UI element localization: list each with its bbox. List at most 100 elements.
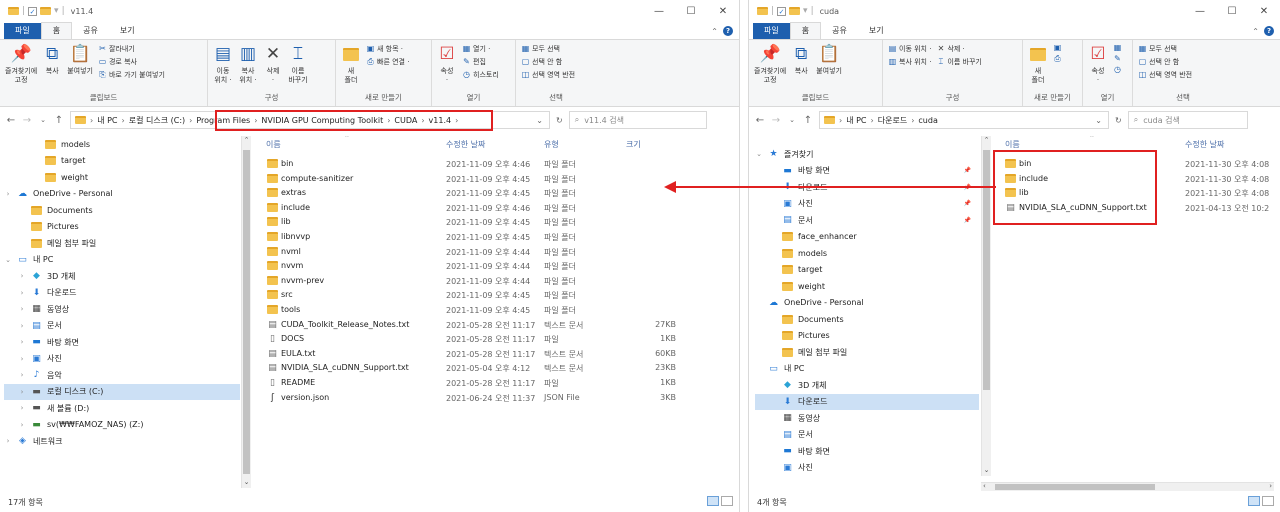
new-folder-icon[interactable] [789,7,801,15]
history-button[interactable]: ◷ 히스토리 [462,70,499,80]
file-row[interactable]: ▯ README 2021-05-28 오전 11:17 파일 1KB [262,376,682,391]
file-row[interactable]: nvvm 2021-11-09 오후 4:44 파일 폴더 [262,259,682,274]
history-icon[interactable]: ◷ [1113,66,1122,74]
up-arrow-icon[interactable]: ↑ [54,115,64,126]
cut-button[interactable]: ✂ 잘라내기 [98,44,165,54]
file-row[interactable]: src 2021-11-09 오후 4:45 파일 폴더 [262,288,682,303]
details-view-icon[interactable] [1248,496,1260,506]
paste-button[interactable]: 📋 붙여넣기 [67,43,93,76]
nav-item[interactable]: › ▬ sv(₩₩FAMOZ_NAS) (Z:) [4,417,240,434]
paste-shortcut-button[interactable]: ⎘ 바로 가기 붙여넣기 [98,70,165,80]
search-box[interactable]: ⌕ cuda 검색 [1127,111,1248,129]
open-icon[interactable]: ▦ [1113,44,1122,52]
address-bar[interactable]: › 내 PC › 다운로드 › cuda ⌄ [819,111,1109,129]
customize-arrow-icon[interactable]: ▾ [803,6,808,16]
tab-file[interactable]: 파일 [753,23,790,39]
nav-item[interactable]: ▭ 내 PC [755,361,979,378]
recent-locations-icon[interactable]: ⌄ [38,116,48,124]
nav-item[interactable]: › ▤ 문서 [4,318,240,335]
delete-button[interactable]: ✕ 삭제 · [263,43,283,85]
column-name[interactable]: 이름 [266,139,281,150]
scroll-up-icon[interactable]: ⌃ [242,136,251,146]
open-button[interactable]: ▦ 열기 · [462,44,499,54]
select-all-button[interactable]: ▦ 모두 선택 [521,44,575,54]
nav-item[interactable]: › ▬ 새 볼륨 (D:) [4,400,240,417]
scroll-up-icon[interactable]: ⌃ [982,136,991,146]
close-button[interactable]: ✕ [707,0,739,22]
expand-chevron-icon[interactable]: ⌄ [4,256,12,264]
nav-item[interactable]: ▤ 문서 📌 [755,212,979,229]
rename-button[interactable]: ⌶ 이름 바꾸기 [936,57,982,67]
file-row[interactable]: extras 2021-11-09 오후 4:45 파일 폴더 [262,186,682,201]
nav-item[interactable]: Pictures [755,328,979,345]
file-row[interactable]: tools 2021-11-09 오후 4:45 파일 폴더 [262,303,682,318]
nav-item[interactable]: ▣ 사진 [755,460,979,477]
edit-button[interactable]: ✎ 편집 [462,57,499,67]
tab-view[interactable]: 보기 [858,23,895,39]
new-item-icon[interactable]: ▣ [1053,44,1062,52]
collapse-ribbon-icon[interactable]: ⌃ [711,27,718,36]
file-row[interactable]: ▤ CUDA_Toolkit_Release_Notes.txt 2021-05-2… [262,318,682,333]
expand-chevron-icon[interactable]: › [18,305,26,313]
customize-arrow-icon[interactable]: ▾ [54,6,59,16]
expand-chevron-icon[interactable]: › [18,421,26,429]
select-none-button[interactable]: ▢ 선택 안 함 [521,57,575,67]
forward-arrow-icon[interactable]: → [771,115,781,126]
nav-item[interactable]: › ▣ 사진 [4,351,240,368]
expand-chevron-icon[interactable]: › [18,322,26,330]
refresh-icon[interactable]: ↻ [556,116,563,125]
copy-button[interactable]: ⧉ 복사 [42,43,62,76]
details-view-icon[interactable] [707,496,719,506]
column-size[interactable]: 크기 [626,139,641,150]
file-row[interactable]: ▯ DOCS 2021-05-28 오전 11:17 파일 1KB [262,332,682,347]
nav-item[interactable]: 메일 첨부 파일 [755,344,979,361]
expand-chevron-icon[interactable]: › [4,437,12,445]
nav-item[interactable]: › ▬ 로컬 디스크 (C:) [4,383,240,400]
nav-item[interactable]: Documents [4,202,240,219]
nav-item[interactable]: › ◈ 네트워크 [4,433,240,450]
up-arrow-icon[interactable]: ↑ [803,115,813,126]
edit-icon[interactable]: ✎ [1113,55,1122,63]
expand-chevron-icon[interactable]: › [18,272,26,280]
expand-chevron-icon[interactable]: › [18,355,26,363]
file-row[interactable]: include 2021-11-09 오후 4:46 파일 폴더 [262,201,682,216]
file-row[interactable]: compute-sanitizer 2021-11-09 오후 4:45 파일 폴더 [262,172,682,187]
breadcrumb-cuda[interactable]: cuda [918,116,937,125]
file-row[interactable]: libnvvp 2021-11-09 오후 4:45 파일 폴더 [262,230,682,245]
nav-item[interactable]: face_enhancer [755,229,979,246]
rename-button[interactable]: ⌶ 이름 바꾸기 [288,43,308,85]
new-item-button[interactable]: ▣ 새 항목 · [366,44,409,54]
easy-access-icon[interactable]: ⎙ [1053,55,1062,63]
nav-item[interactable]: ▦ 동영상 [755,410,979,427]
column-date[interactable]: 수정한 날짜 [1185,139,1224,150]
nav-item[interactable]: ▤ 문서 [755,427,979,444]
nav-item[interactable]: › ☁ OneDrive - Personal [4,186,240,203]
file-row[interactable]: lib 2021-11-09 오후 4:45 파일 폴더 [262,215,682,230]
breadcrumb-this-pc[interactable]: 내 PC [97,115,117,126]
easy-access-button[interactable]: ⎙ 빠른 연결 · [366,57,409,67]
tab-share[interactable]: 공유 [821,23,858,39]
select-none-button[interactable]: ▢ 선택 안 함 [1138,57,1192,67]
nav-item[interactable]: models [755,245,979,262]
maximize-button[interactable]: ☐ [675,0,707,22]
expand-chevron-icon[interactable]: › [18,338,26,346]
nav-item[interactable]: › ▦ 동영상 [4,301,240,318]
nav-item[interactable]: models [4,136,240,153]
nav-item[interactable]: Documents [755,311,979,328]
large-icons-view-icon[interactable] [1262,496,1274,506]
minimize-button[interactable]: — [1184,0,1216,22]
copy-to-button[interactable]: ▥ 복사 위치 · [888,57,932,67]
nav-item[interactable]: ⬇ 다운로드 [755,393,979,410]
breadcrumb-local-disk[interactable]: 로컬 디스크 (C:) [129,115,185,126]
copy-button[interactable]: ⧉ 복사 [791,43,811,76]
nav-item[interactable]: Pictures [4,219,240,236]
nav-item[interactable]: ▬ 바탕 화면 [755,443,979,460]
breadcrumb-this-pc[interactable]: 내 PC [846,115,866,126]
minimize-button[interactable]: — [643,0,675,22]
properties-button[interactable]: ☑ 속성 · [437,43,457,85]
nav-item[interactable]: ☁ OneDrive - Personal [755,295,979,312]
pin-to-quick-access-button[interactable]: 📌 즐겨찾기에 고정 [5,43,37,85]
invert-selection-button[interactable]: ◫ 선택 영역 반전 [521,70,575,80]
file-row[interactable]: bin 2021-11-09 오후 4:46 파일 폴더 [262,157,682,172]
copy-path-button[interactable]: ▭ 경로 복사 [98,57,165,67]
